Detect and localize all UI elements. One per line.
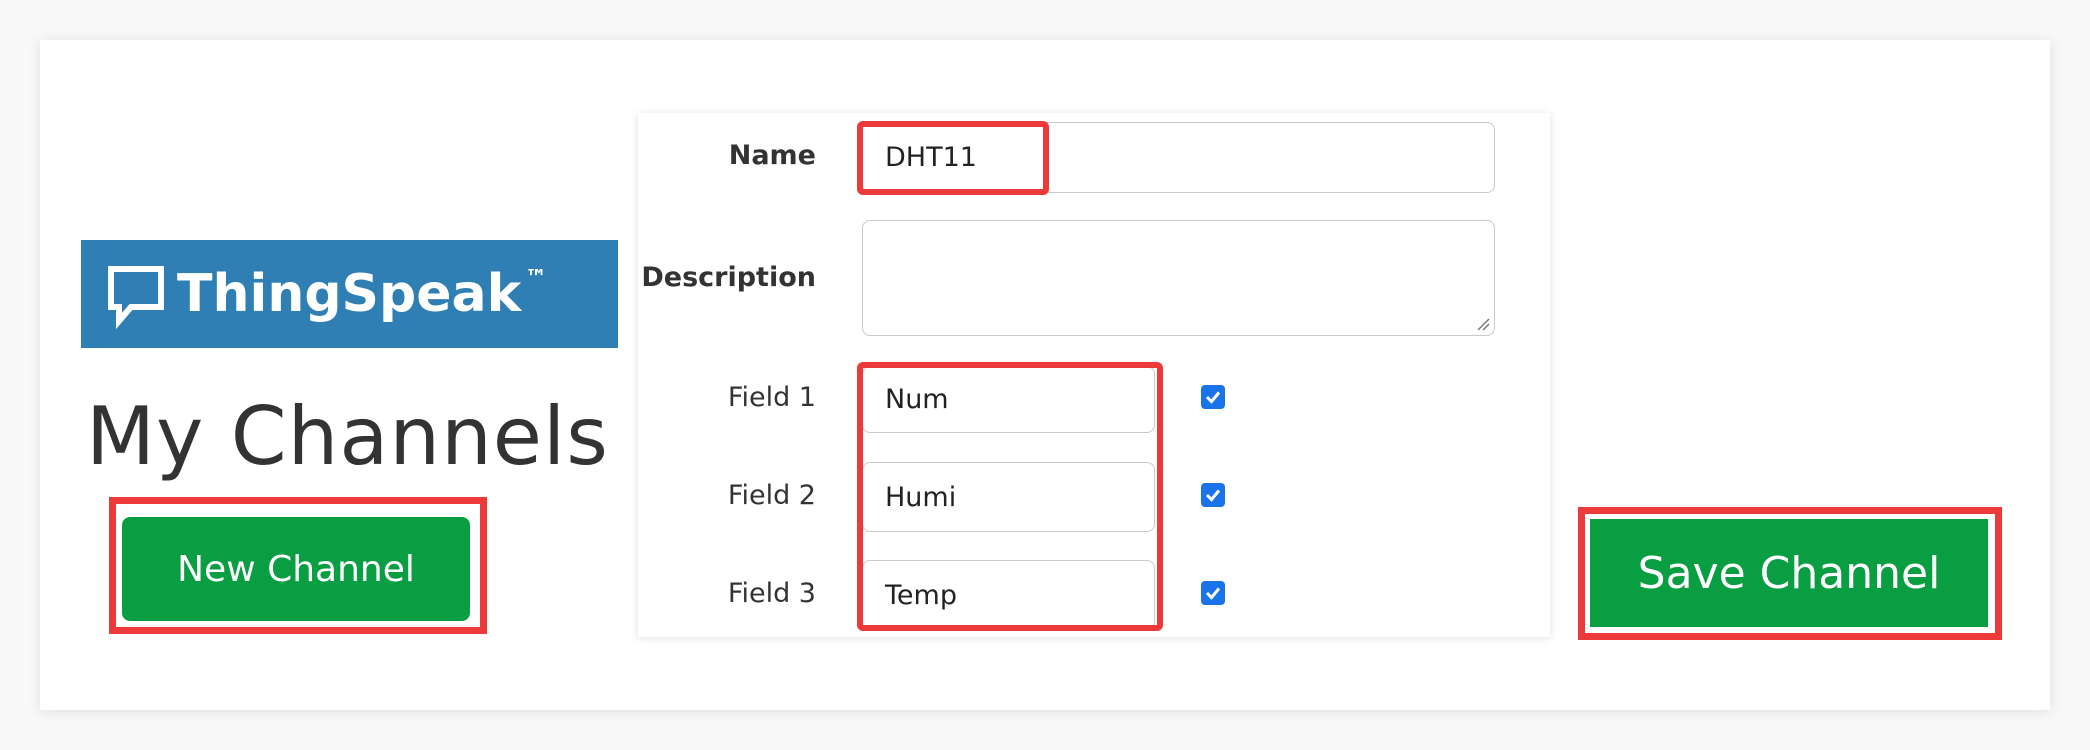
field-3-checkbox[interactable] — [1201, 581, 1225, 605]
field-2-checkbox[interactable] — [1201, 483, 1225, 507]
logo-brand-text: ThingSpeak — [177, 264, 522, 324]
field-2-label: Field 2 — [727, 480, 816, 511]
checkmark-icon — [1205, 391, 1221, 404]
fields-highlight — [857, 362, 1163, 631]
thingspeak-logo: ThingSpeak ™ — [81, 240, 618, 348]
field-1-label: Field 1 — [727, 382, 816, 413]
name-label: Name — [728, 140, 816, 171]
page-title: My Channels — [86, 390, 609, 483]
new-channel-button[interactable]: New Channel — [122, 517, 470, 621]
description-label: Description — [641, 262, 816, 293]
checkmark-icon — [1205, 587, 1221, 600]
speech-bubble-icon — [105, 255, 167, 333]
save-channel-button[interactable]: Save Channel — [1590, 519, 1988, 627]
checkmark-icon — [1205, 489, 1221, 502]
logo-trademark: ™ — [525, 266, 548, 291]
resize-handle-icon[interactable] — [1476, 317, 1490, 331]
field-1-checkbox[interactable] — [1201, 385, 1225, 409]
name-highlight — [857, 121, 1049, 195]
description-textarea[interactable] — [862, 220, 1495, 336]
field-3-label: Field 3 — [727, 578, 816, 609]
